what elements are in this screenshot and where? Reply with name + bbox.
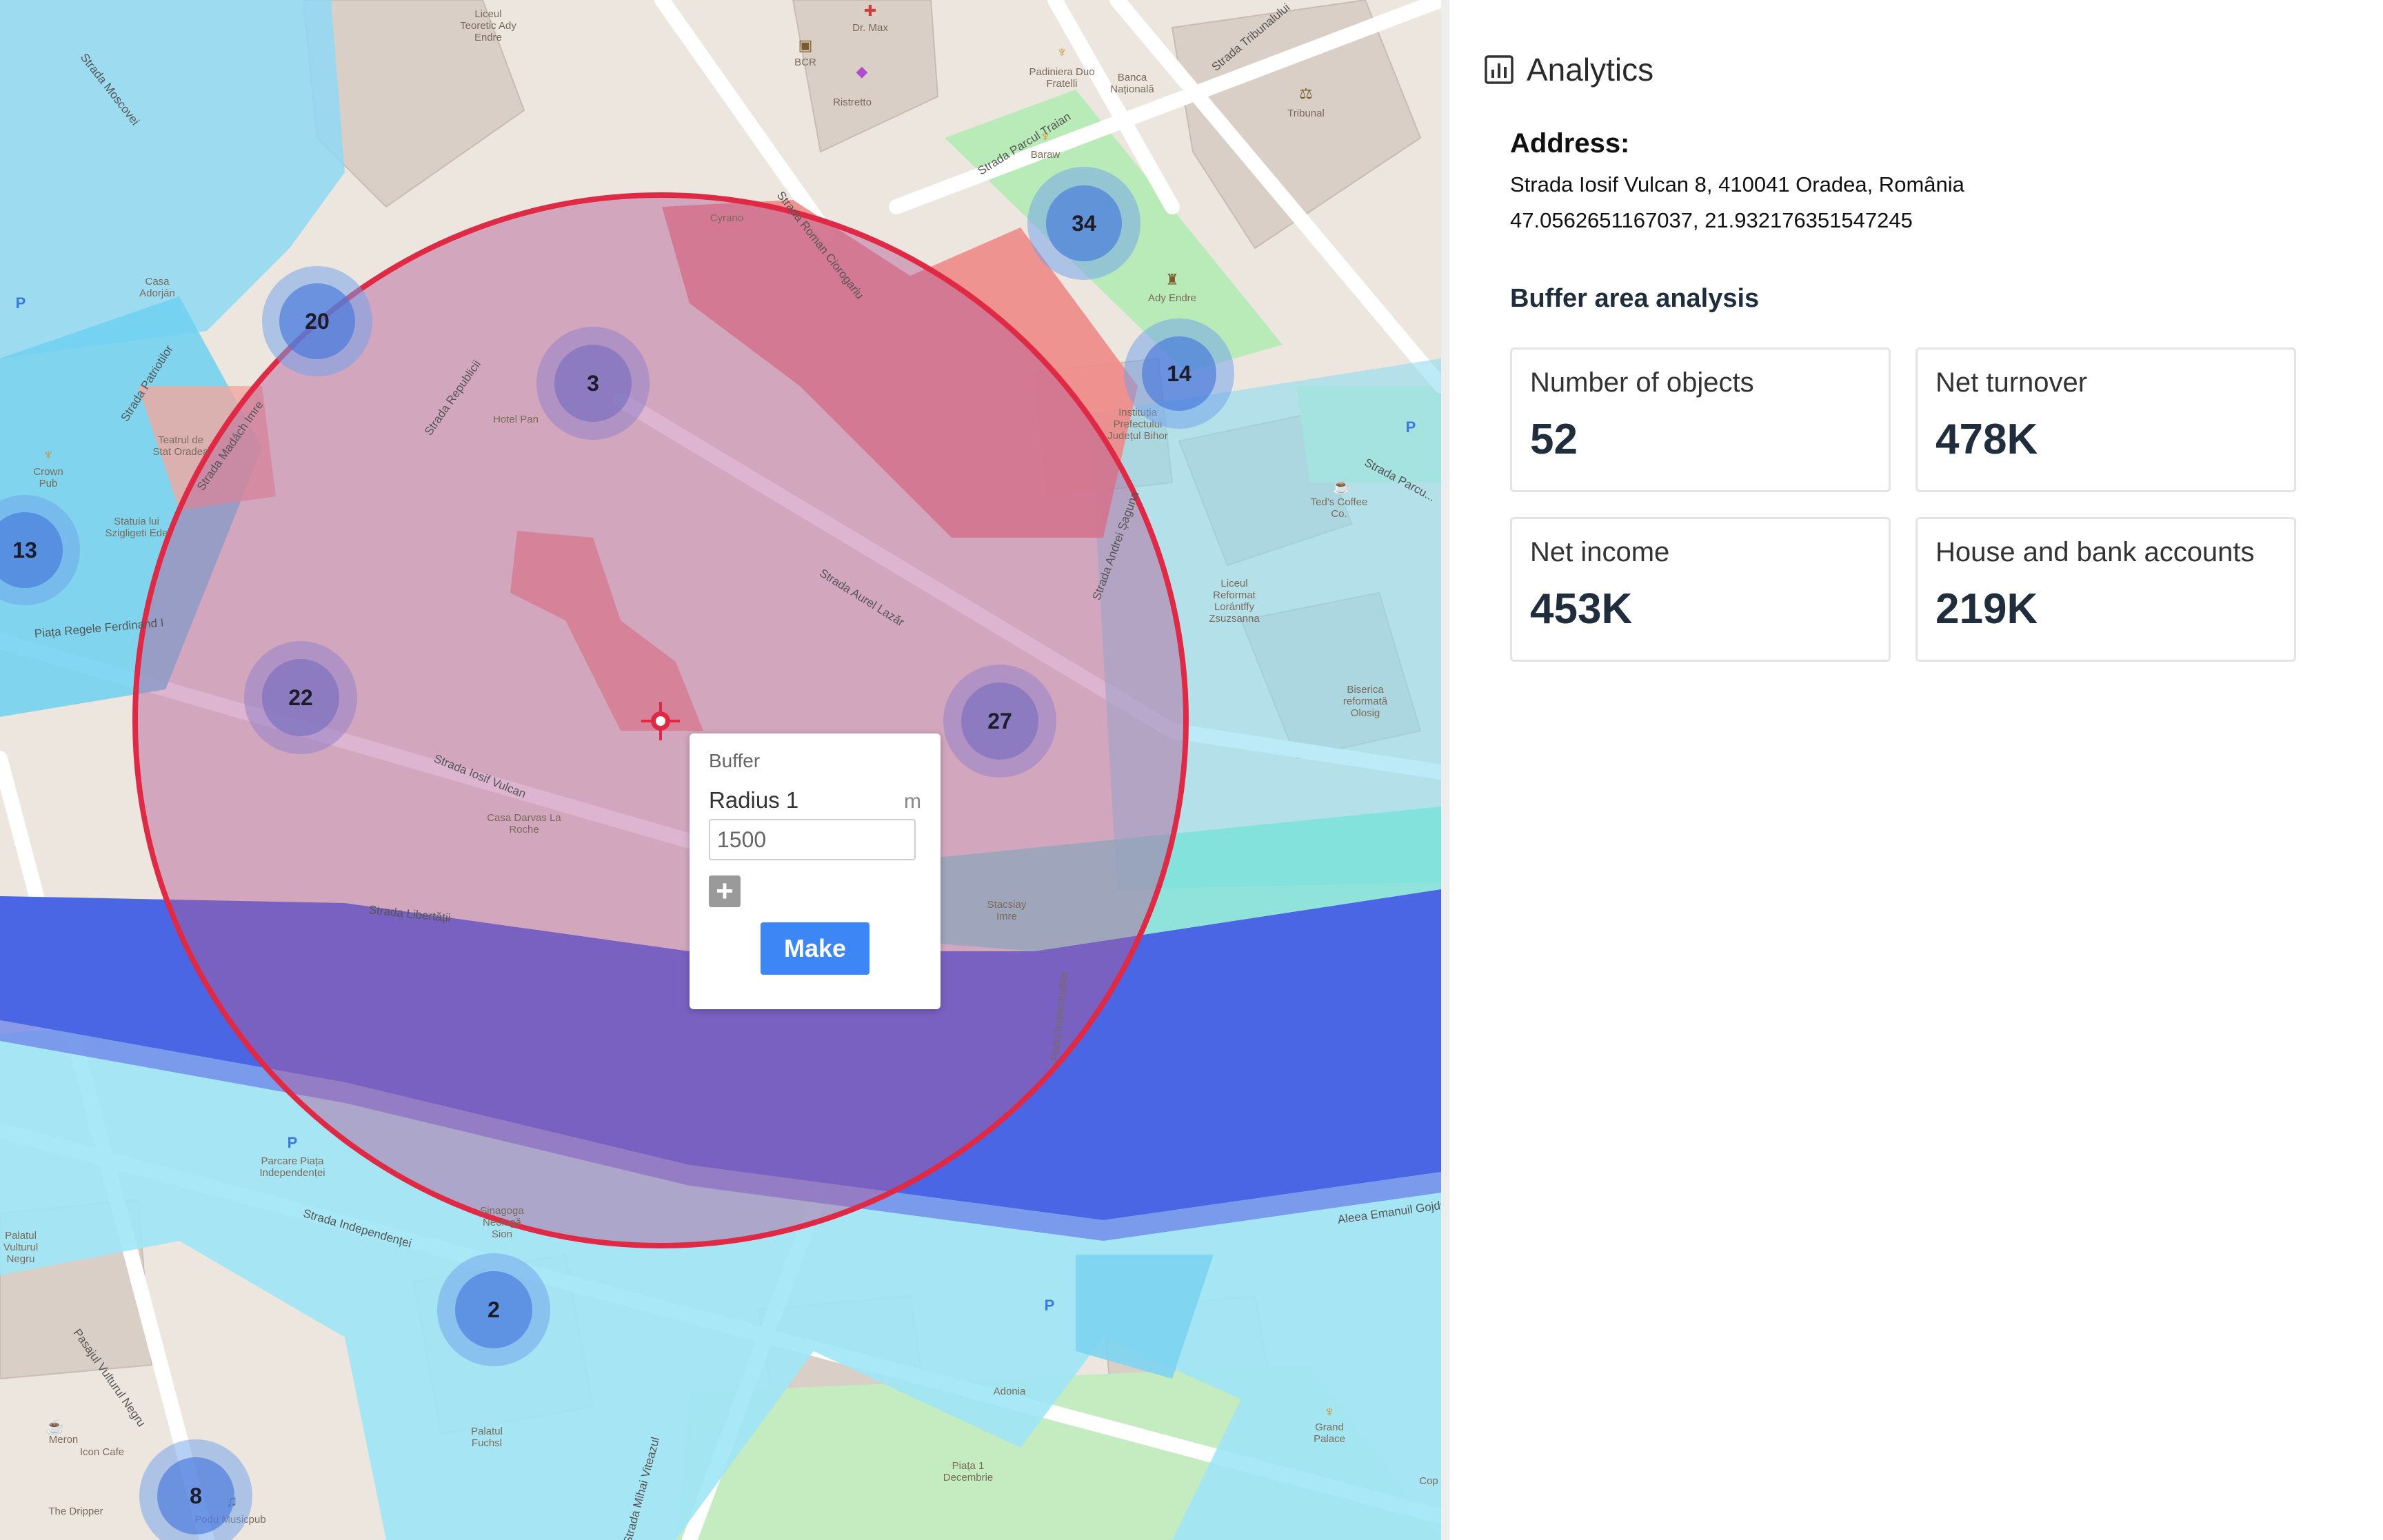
make-button[interactable]: Make	[761, 922, 869, 975]
pharmacy-icon: ✚	[863, 2, 877, 19]
poi-label: Teatrul de Stat Oradea	[152, 434, 209, 458]
address-label: Address:	[1510, 128, 1630, 159]
parking-icon: P	[1405, 418, 1416, 436]
poi-label: Ted's Coffee Co.	[1310, 496, 1368, 520]
bar-icon: ♆	[42, 446, 54, 463]
poi-label: Ady Endre	[1147, 292, 1197, 304]
court-icon: ⚖	[1299, 85, 1313, 102]
panel-title: Analytics	[1527, 52, 1654, 88]
poi-label: Banca Națională	[1110, 72, 1154, 95]
analytics-panel: Analytics Address: Strada Iosif Vulcan 8…	[1441, 0, 2383, 1540]
poi-label: Crown Pub	[33, 466, 63, 489]
cafe-icon: ☕	[46, 1418, 65, 1435]
stat-card-income: Net income 453K	[1510, 517, 1891, 662]
cafe-icon: ☕	[1332, 478, 1351, 495]
poi-label: Icon Cafe	[79, 1446, 125, 1458]
poi-label: Cyrano	[710, 212, 744, 224]
poi-label: Statuia lui Szigligeti Ede	[105, 516, 168, 539]
statue-icon: ♜	[1165, 271, 1179, 288]
shop-icon: ◆	[856, 63, 868, 80]
map-canvas[interactable]: Strada Moscovei Strada Roman Ciorogariu …	[0, 0, 1441, 1540]
popup-title: Buffer	[709, 750, 761, 771]
stat-card-objects: Number of objects 52	[1510, 347, 1891, 492]
poi-label: Ristretto	[833, 97, 872, 108]
restaurant-icon: ♆	[1056, 43, 1068, 61]
poi-label: Tribunal	[1287, 108, 1325, 119]
poi-label: Meron	[48, 1434, 79, 1446]
stat-card-turnover: Net turnover 478K	[1916, 347, 2296, 492]
location-target-icon[interactable]	[640, 700, 681, 742]
parking-icon: P	[287, 1134, 298, 1151]
poi-label: Baraw	[1030, 149, 1060, 161]
marker-cluster[interactable]: 3	[536, 327, 650, 440]
stat-value: 219K	[1935, 585, 2038, 633]
marker-cluster[interactable]: 2	[437, 1253, 550, 1366]
poi-label: Casa Darvas La Roche	[487, 812, 561, 835]
poi-label: Hotel Pan	[493, 414, 539, 425]
stat-label: Net income	[1530, 537, 1670, 567]
poi-label: BCR	[794, 57, 816, 68]
parking-icon: P	[1044, 1297, 1055, 1314]
poi-label: Piața 1 Decembrie	[943, 1460, 994, 1483]
poi-label: Grand Palace	[1314, 1421, 1345, 1445]
poi-label: Padiniera Duo Fratelli	[1029, 66, 1095, 90]
marker-cluster[interactable]: 27	[943, 665, 1056, 778]
plus-icon[interactable]: +	[709, 875, 741, 907]
poi-label: Parcare Piața Independenței	[259, 1155, 325, 1179]
restaurant-icon: ♆	[1039, 128, 1052, 145]
panel-header: Analytics	[1484, 51, 1653, 88]
poi-label: Cop	[1419, 1475, 1438, 1487]
buffer-analysis-title: Buffer area analysis	[1510, 284, 1760, 313]
bar-chart-icon	[1485, 55, 1514, 84]
bank-icon: ▣	[798, 37, 813, 54]
stat-value: 453K	[1530, 585, 1633, 633]
marker-cluster[interactable]: 22	[244, 641, 357, 754]
address-text: Strada Iosif Vulcan 8, 410041 Oradea, Ro…	[1510, 172, 1964, 196]
stat-label: House and bank accounts	[1935, 537, 2255, 567]
marker-cluster[interactable]: 34	[1027, 167, 1140, 280]
poi-label: Palatul Vulturul Negru	[3, 1230, 39, 1265]
poi-label: Adonia	[993, 1386, 1026, 1397]
poi-label: Sinagoga Neologă Sion	[480, 1205, 524, 1240]
poi-label: Palatul Fuchsl	[471, 1426, 503, 1449]
radius-row: Radius 1 m	[709, 787, 921, 813]
stat-card-accounts: House and bank accounts 219K	[1916, 517, 2296, 662]
radius-label: Radius 1	[709, 787, 799, 813]
poi-label: Liceul Reformat Lorántffy Zsuzsanna	[1209, 578, 1260, 625]
buffer-popup: Buffer Radius 1 m + Make	[690, 733, 941, 1009]
restaurant-icon: ♆	[1323, 1403, 1336, 1420]
stat-value: 52	[1530, 416, 1578, 463]
stat-label: Number of objects	[1530, 367, 1754, 398]
stat-label: Net turnover	[1935, 367, 2088, 398]
radius-input[interactable]	[709, 819, 916, 860]
poi-label: Stacsiay Imre	[987, 899, 1027, 922]
poi-label: The Dripper	[48, 1506, 103, 1517]
coordinates-text: 47.0562651167037, 21.932176351547245	[1510, 208, 1913, 232]
stat-value: 478K	[1935, 416, 2038, 463]
poi-label: Dr. Max	[852, 22, 888, 34]
marker-cluster[interactable]: 20	[262, 266, 372, 376]
poi-label: Biserica reformată Olosig	[1343, 684, 1388, 719]
marker-cluster[interactable]: 14	[1124, 318, 1234, 429]
poi-label: Liceul Teoretic Ady Endre	[460, 8, 516, 43]
poi-label: Casa Adorján	[139, 276, 175, 299]
parking-icon: P	[15, 294, 26, 312]
radius-unit: m	[904, 790, 921, 813]
